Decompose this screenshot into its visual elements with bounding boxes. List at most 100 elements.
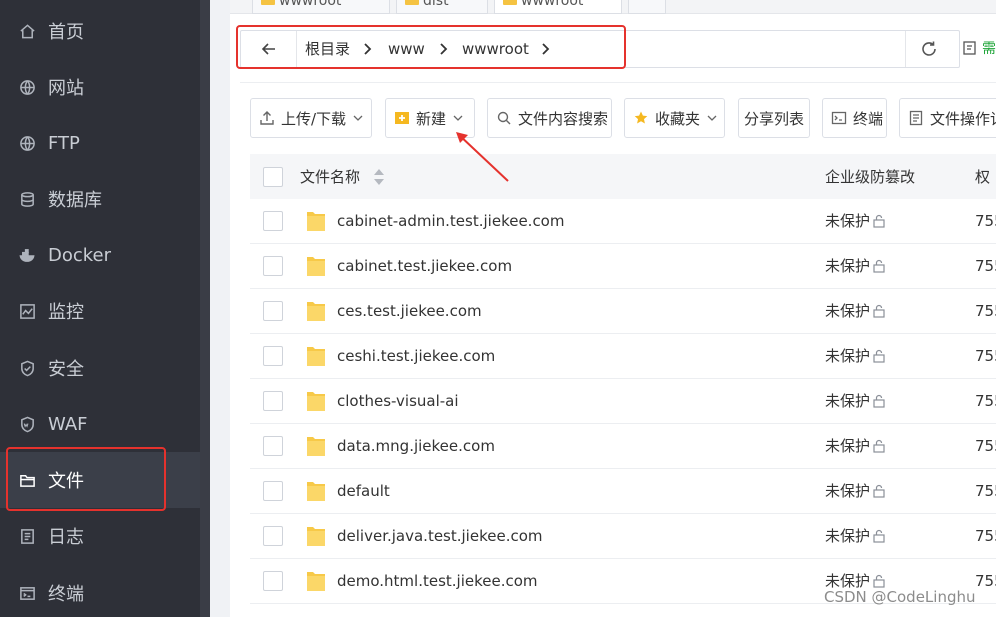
tamper-status[interactable]: 未保护: [825, 334, 886, 379]
sidebar-item-security[interactable]: 安全: [0, 340, 200, 396]
upload-download-button[interactable]: 上传/下载: [250, 98, 372, 138]
globe-icon: [18, 78, 36, 96]
sidebar-item-label: FTP: [48, 132, 80, 154]
permission-value[interactable]: 755: [975, 469, 996, 514]
table-row[interactable]: default 未保护 755: [250, 469, 996, 514]
sidebar-item-label: 网站: [48, 78, 84, 99]
file-name-link[interactable]: demo.html.test.jiekee.com: [337, 559, 538, 604]
permission-value[interactable]: 755: [975, 514, 996, 559]
column-header-permission[interactable]: 权限: [975, 154, 996, 232]
file-name-link[interactable]: clothes-visual-ai: [337, 379, 459, 424]
sidebar-item-home[interactable]: 首页: [0, 3, 200, 59]
permission-value[interactable]: 755: [975, 334, 996, 379]
tamper-status[interactable]: 未保护: [825, 244, 886, 289]
permission-value[interactable]: 755: [975, 199, 996, 244]
watermark: CSDN @CodeLinghu: [824, 588, 976, 606]
sidebar-item-monitor[interactable]: 监控: [0, 283, 200, 339]
table-row[interactable]: ceshi.test.jiekee.com 未保护 755: [250, 334, 996, 379]
tab-wwwroot-active[interactable]: wwwroot: [494, 0, 622, 14]
favorites-button[interactable]: 收藏夹: [624, 98, 725, 138]
chevron-right-icon: [364, 43, 372, 55]
folder-icon: [307, 392, 325, 411]
permission-value[interactable]: 755: [975, 289, 996, 334]
divider: [240, 82, 996, 83]
globe-icon: [18, 134, 36, 152]
folder-icon: [307, 482, 325, 501]
table-row[interactable]: deliver.java.test.jiekee.com 未保护 755: [250, 514, 996, 559]
table-row[interactable]: cabinet-admin.test.jiekee.com 未保护 755: [250, 199, 996, 244]
row-checkbox[interactable]: [263, 436, 283, 456]
sort-icon[interactable]: [372, 167, 386, 187]
row-checkbox[interactable]: [263, 481, 283, 501]
unlock-icon: [873, 529, 885, 543]
folder-icon: [307, 257, 325, 276]
permission-value[interactable]: 755: [975, 379, 996, 424]
sidebar-item-label: 终端: [48, 584, 84, 605]
column-header-tamper[interactable]: 企业级防篡改: [825, 154, 915, 200]
terminal-button[interactable]: 终端: [822, 98, 887, 138]
permission-value[interactable]: 755: [975, 424, 996, 469]
file-name-link[interactable]: data.mng.jiekee.com: [337, 424, 495, 469]
tab-add-button[interactable]: [628, 0, 666, 14]
sidebar-item-label: 首页: [48, 22, 84, 43]
sidebar-item-files[interactable]: 文件: [0, 452, 200, 508]
row-checkbox[interactable]: [263, 391, 283, 411]
breadcrumb-wwwroot[interactable]: wwwroot: [462, 31, 529, 67]
database-icon: [18, 190, 36, 208]
select-all-checkbox[interactable]: [263, 167, 283, 187]
row-checkbox[interactable]: [263, 346, 283, 366]
file-name-link[interactable]: cabinet-admin.test.jiekee.com: [337, 199, 564, 244]
row-checkbox[interactable]: [263, 301, 283, 321]
file-manager-panel: wwwroot dist wwwroot 根目录 www wwwroot 需 上…: [230, 0, 996, 617]
row-checkbox[interactable]: [263, 526, 283, 546]
tab-dist[interactable]: dist: [396, 0, 488, 14]
sidebar-item-waf[interactable]: WAF: [0, 396, 200, 452]
breadcrumb-www[interactable]: www: [388, 31, 425, 67]
path-bar[interactable]: 根目录 www wwwroot: [240, 30, 960, 68]
breadcrumb-root[interactable]: 根目录: [305, 31, 350, 67]
folder-icon: [405, 0, 419, 5]
permission-value[interactable]: 755: [975, 559, 996, 604]
sidebar-scrollbar[interactable]: [200, 0, 210, 617]
table-row[interactable]: ces.test.jiekee.com 未保护 755: [250, 289, 996, 334]
file-name-link[interactable]: cabinet.test.jiekee.com: [337, 244, 512, 289]
requirement-button[interactable]: 需: [962, 38, 996, 58]
table-row[interactable]: clothes-visual-ai 未保护 755: [250, 379, 996, 424]
permission-value[interactable]: 755: [975, 244, 996, 289]
new-folder-icon: [395, 112, 409, 124]
file-name-link[interactable]: ceshi.test.jiekee.com: [337, 334, 495, 379]
sidebar-item-terminal[interactable]: 终端: [0, 565, 200, 617]
unlock-icon: [873, 259, 885, 273]
tab-wwwroot[interactable]: wwwroot: [252, 0, 390, 14]
table-row[interactable]: cabinet.test.jiekee.com 未保护 755: [250, 244, 996, 289]
row-checkbox[interactable]: [263, 256, 283, 276]
table-row[interactable]: data.mng.jiekee.com 未保护 755: [250, 424, 996, 469]
search-icon: [497, 111, 511, 125]
tamper-status[interactable]: 未保护: [825, 289, 886, 334]
row-checkbox[interactable]: [263, 211, 283, 231]
file-name-link[interactable]: ces.test.jiekee.com: [337, 289, 482, 334]
sidebar-item-logs[interactable]: 日志: [0, 508, 200, 564]
tamper-status[interactable]: 未保护: [825, 514, 886, 559]
tamper-status[interactable]: 未保护: [825, 424, 886, 469]
row-checkbox[interactable]: [263, 571, 283, 591]
back-button[interactable]: [241, 31, 297, 67]
shield-icon: [18, 359, 36, 377]
column-header-name[interactable]: 文件名称: [300, 154, 360, 200]
file-name-link[interactable]: default: [337, 469, 390, 514]
tamper-status[interactable]: 未保护: [825, 199, 886, 244]
unlock-icon: [873, 394, 885, 408]
monitor-icon: [18, 302, 36, 320]
waf-shield-icon: [18, 415, 36, 433]
sidebar-item-website[interactable]: 网站: [0, 59, 200, 115]
sidebar-item-database[interactable]: 数据库: [0, 171, 200, 227]
file-ops-log-button[interactable]: 文件操作记: [899, 98, 996, 138]
folder-icon: [261, 0, 275, 5]
tamper-status[interactable]: 未保护: [825, 469, 886, 514]
file-name-link[interactable]: deliver.java.test.jiekee.com: [337, 514, 543, 559]
refresh-button[interactable]: [905, 31, 951, 67]
sidebar-item-docker[interactable]: Docker: [0, 227, 200, 283]
tamper-status[interactable]: 未保护: [825, 379, 886, 424]
sidebar-item-ftp[interactable]: FTP: [0, 115, 200, 171]
share-list-button[interactable]: 分享列表: [738, 98, 810, 138]
